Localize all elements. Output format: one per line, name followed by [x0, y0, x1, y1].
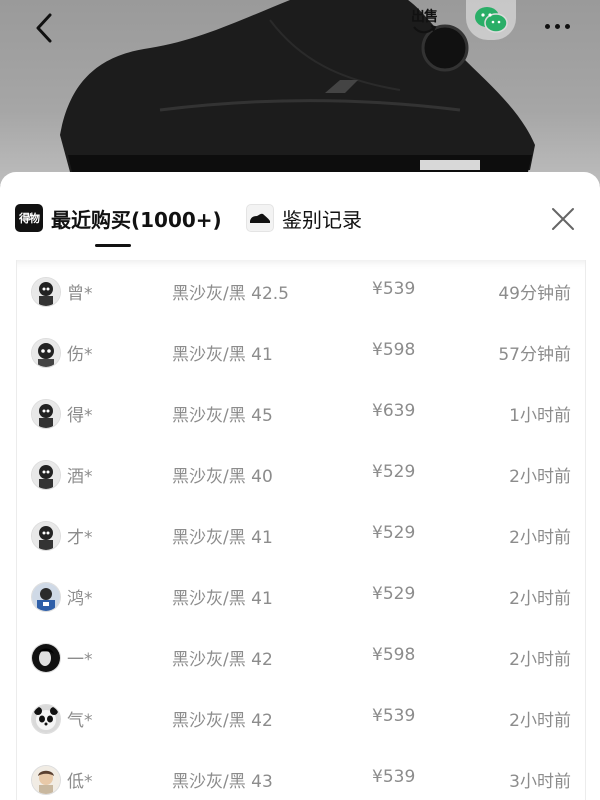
purchase-time: 3小时前: [509, 772, 571, 792]
item-price: ¥529: [372, 462, 416, 482]
item-price: ¥639: [372, 401, 416, 421]
purchase-row: 酒* 黑沙灰/黑 40 ¥529 2小时前: [17, 443, 585, 504]
purchase-row: 鸿* 黑沙灰/黑 41 ¥529 2小时前: [17, 565, 585, 626]
buyer-name: 伤*: [67, 345, 93, 365]
purchase-time: 57分钟前: [498, 345, 571, 365]
purchase-row: 气* 黑沙灰/黑 42 ¥539 2小时前: [17, 687, 585, 748]
buyer-name: 曾*: [67, 284, 93, 304]
purchase-time: 2小时前: [509, 650, 571, 670]
chevron-left-icon: [36, 13, 52, 43]
purchase-row: 才* 黑沙灰/黑 41 ¥529 2小时前: [17, 504, 585, 565]
close-icon: [552, 208, 574, 230]
item-price: ¥539: [372, 279, 416, 299]
avatar: [31, 338, 61, 368]
dewu-logo-icon: 得物: [15, 204, 43, 232]
purchase-time: 49分钟前: [498, 284, 571, 304]
tab-label: 鉴别记录: [282, 207, 362, 232]
purchase-time: 2小时前: [509, 467, 571, 487]
close-button[interactable]: [546, 202, 580, 236]
buyer-name: 酒*: [67, 467, 93, 487]
item-spec: 黑沙灰/黑 42: [172, 711, 273, 731]
item-spec: 黑沙灰/黑 40: [172, 467, 273, 487]
buyer-name: 低*: [67, 772, 93, 792]
item-price: ¥598: [372, 340, 416, 360]
avatar: [31, 704, 61, 734]
buyer-name: 得*: [67, 406, 93, 426]
item-price: ¥529: [372, 584, 416, 604]
item-spec: 黑沙灰/黑 43: [172, 772, 273, 792]
buyer-name: 气*: [67, 711, 93, 731]
item-price: ¥539: [372, 706, 416, 726]
purchase-time: 2小时前: [509, 528, 571, 548]
item-spec: 黑沙灰/黑 41: [172, 345, 273, 365]
item-spec: 黑沙灰/黑 42: [172, 650, 273, 670]
buyer-name: 才*: [67, 528, 93, 548]
sneaker-icon: [246, 204, 274, 232]
recent-purchases-sheet: 得物 最近购买(1000+) 鉴别记录 曾* 黑沙灰/黑 42.5 ¥539 4…: [0, 172, 600, 800]
purchase-time: 1小时前: [509, 406, 571, 426]
item-spec: 黑沙灰/黑 45: [172, 406, 273, 426]
purchase-row: 伤* 黑沙灰/黑 41 ¥598 57分钟前: [17, 321, 585, 382]
wechat-share-button[interactable]: [466, 0, 516, 40]
buyer-name: 鸿*: [67, 589, 93, 609]
item-spec: 黑沙灰/黑 42.5: [172, 284, 289, 304]
purchase-list: 曾* 黑沙灰/黑 42.5 ¥539 49分钟前 伤* 黑沙灰/黑 41 ¥59…: [16, 260, 586, 800]
back-button[interactable]: [22, 6, 66, 50]
swap-arrows-icon: [413, 25, 437, 34]
purchase-row: 一* 黑沙灰/黑 42 ¥598 2小时前: [17, 626, 585, 687]
tab-recent-purchases[interactable]: 得物 最近购买(1000+): [15, 198, 222, 238]
item-price: ¥539: [372, 767, 416, 787]
item-spec: 黑沙灰/黑 41: [172, 589, 273, 609]
purchase-row: 曾* 黑沙灰/黑 42.5 ¥539 49分钟前: [17, 260, 585, 321]
wechat-icon: [475, 7, 508, 33]
sell-label: 出售: [411, 9, 438, 25]
avatar: [31, 460, 61, 490]
avatar: [31, 582, 61, 612]
purchase-time: 2小时前: [509, 711, 571, 731]
tab-authentication-records[interactable]: 鉴别记录: [246, 198, 362, 238]
purchase-row: 低* 黑沙灰/黑 43 ¥539 3小时前: [17, 748, 585, 800]
avatar: [31, 521, 61, 551]
item-price: ¥598: [372, 645, 416, 665]
purchase-time: 2小时前: [509, 589, 571, 609]
item-spec: 黑沙灰/黑 41: [172, 528, 273, 548]
tab-bar: 得物 最近购买(1000+) 鉴别记录: [0, 172, 600, 258]
product-hero-image: 出售: [0, 0, 600, 185]
avatar: [31, 643, 61, 673]
sell-button[interactable]: 出售: [400, 0, 448, 44]
buyer-name: 一*: [67, 650, 93, 670]
avatar: [31, 399, 61, 429]
item-price: ¥529: [372, 523, 416, 543]
avatar: [31, 765, 61, 795]
tab-label: 最近购买(1000+): [51, 207, 222, 232]
active-tab-indicator: [95, 244, 131, 247]
more-dots-icon: [542, 14, 572, 33]
purchase-row: 得* 黑沙灰/黑 45 ¥639 1小时前: [17, 382, 585, 443]
more-button[interactable]: [535, 8, 579, 38]
avatar: [31, 277, 61, 307]
